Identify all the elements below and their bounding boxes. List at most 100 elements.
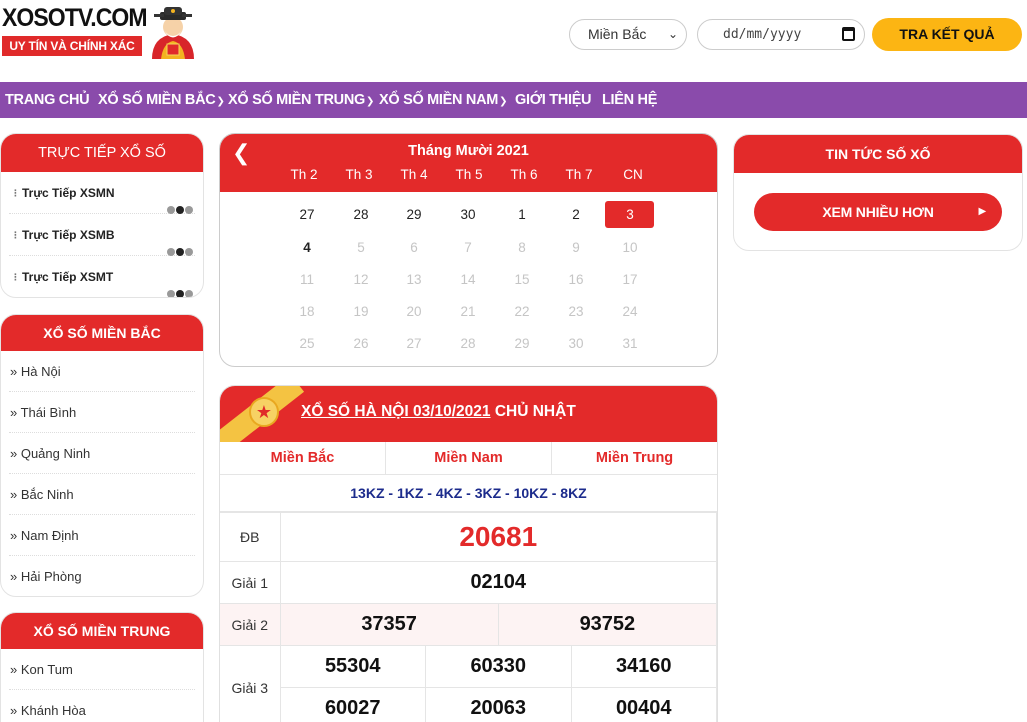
loading-dots-icon xyxy=(166,273,193,297)
calendar-day-today[interactable]: 3 xyxy=(603,207,657,222)
live-item-label: Trực Tiếp XSMN xyxy=(22,186,115,200)
calendar-day: 21 xyxy=(460,304,476,319)
prize-label: Giải 2 xyxy=(220,603,281,646)
nav-item-north[interactable]: XỔ SỐ MIỀN BẮC❯ xyxy=(98,82,225,118)
calendar-weekday: Th 6 xyxy=(510,167,538,182)
prize-number: 34160 xyxy=(570,645,717,688)
see-more-label: XEM NHIỀU HƠN xyxy=(822,204,934,220)
north-box: XỔ SỐ MIỀN BẮC » Hà Nội » Thái Bình » Qu… xyxy=(0,314,204,597)
calendar-day: 26 xyxy=(353,336,369,351)
calendar-day: 22 xyxy=(514,304,530,319)
site-logo-text[interactable]: XOSOTV.COM xyxy=(2,4,148,33)
calendar-day[interactable]: 1 xyxy=(495,207,549,222)
calendar-day: 14 xyxy=(460,272,476,287)
nav-item-north-label: XỔ SỐ MIỀN BẮC xyxy=(98,92,216,108)
date-input-placeholder: dd/mm/yyyy xyxy=(723,27,802,42)
calendar-day: 29 xyxy=(514,336,530,351)
calendar-day: 24 xyxy=(622,304,638,319)
calendar-day: 13 xyxy=(406,272,422,287)
tab-mien-bac[interactable]: Miền Bắc xyxy=(220,442,386,475)
prize-number: 55304 xyxy=(279,645,426,688)
nav-item-contact-label: LIÊN HỆ xyxy=(602,92,658,108)
live-item-label: Trực Tiếp XSMB xyxy=(22,228,115,242)
calendar-day[interactable]: 2 xyxy=(549,207,603,222)
province-link-hai-phong[interactable]: » Hải Phòng xyxy=(9,556,195,596)
region-select-value: Miền Bắc xyxy=(588,26,647,42)
central-box: XỔ SỐ MIỀN TRUNG » Kon Tum » Khánh Hòa xyxy=(0,612,204,722)
fortune-god-logo-icon[interactable] xyxy=(146,3,200,61)
province-link-bac-ninh[interactable]: » Bắc Ninh xyxy=(9,474,195,515)
nav-item-central[interactable]: XỔ SỐ MIỀN TRUNG❯ xyxy=(228,82,374,118)
province-link-nam-dinh[interactable]: » Nam Định xyxy=(9,515,195,556)
province-link-kon-tum[interactable]: » Kon Tum xyxy=(9,649,195,690)
calendar-day: 7 xyxy=(464,240,472,255)
calendar-weekday: Th 5 xyxy=(455,167,483,182)
see-more-button[interactable]: XEM NHIỀU HƠN ▶ xyxy=(754,193,1002,231)
date-input[interactable]: dd/mm/yyyy xyxy=(697,19,865,50)
calendar-title: Tháng Mười 2021 xyxy=(408,143,529,159)
bullet-icon: ⋮ xyxy=(11,230,20,240)
live-item-xsmt[interactable]: ⋮ Trực Tiếp XSMT xyxy=(9,256,195,297)
bullet-icon: ⋮ xyxy=(11,188,20,198)
live-box-title: TRỰC TIẾP XỔ SỐ xyxy=(1,134,203,172)
tab-mien-trung[interactable]: Miền Trung xyxy=(552,442,717,475)
prize-number: 93752 xyxy=(497,603,717,646)
tab-mien-nam[interactable]: Miền Nam xyxy=(386,442,552,475)
news-box-title: TIN TỨC SỐ XỐ xyxy=(734,135,1022,173)
calendar-weekday: Th 4 xyxy=(400,167,428,182)
calendar-day: 25 xyxy=(299,336,315,351)
results-title-link[interactable]: XỔ SỐ HÀ NỘI 03/10/2021 xyxy=(301,403,491,420)
results-title: XỔ SỐ HÀ NỘI 03/10/2021 CHỦ NHẬT xyxy=(301,403,576,421)
chevron-down-icon: ❯ xyxy=(499,96,508,107)
live-item-xsmn[interactable]: ⋮ Trực Tiếp XSMN xyxy=(9,172,195,214)
nav-item-central-label: XỔ SỐ MIỀN TRUNG xyxy=(228,92,365,108)
table-row: Giải 2 37357 93752 xyxy=(220,603,717,646)
region-select[interactable]: Miền Bắc ⌄ xyxy=(569,19,687,50)
calendar-icon[interactable] xyxy=(842,27,855,41)
live-item-xsmb[interactable]: ⋮ Trực Tiếp XSMB xyxy=(9,214,195,256)
calendar-day: 18 xyxy=(299,304,315,319)
calendar-day: 23 xyxy=(568,304,584,319)
calendar-weekday: Th 7 xyxy=(565,167,593,182)
prize-number: 20063 xyxy=(425,687,572,722)
province-link-quang-ninh[interactable]: » Quảng Ninh xyxy=(9,433,195,474)
triangle-right-icon: ▶ xyxy=(978,206,987,217)
calendar-day: 19 xyxy=(353,304,369,319)
calendar-day[interactable]: 30 xyxy=(441,207,495,222)
calendar-day: 8 xyxy=(518,240,526,255)
calendar-day[interactable]: 27 xyxy=(280,207,334,222)
results-header: ★ XỔ SỐ HÀ NỘI 03/10/2021 CHỦ NHẬT xyxy=(220,386,717,442)
nav-item-contact[interactable]: LIÊN HỆ xyxy=(602,82,657,118)
prize-label: ĐB xyxy=(220,512,281,562)
loading-dots-icon xyxy=(166,231,193,256)
table-row: Giải 1 02104 xyxy=(220,561,717,604)
chevron-down-icon: ❯ xyxy=(366,96,375,107)
table-row: Giải 3 55304 60330 34160 xyxy=(220,645,717,722)
lookup-results-button[interactable]: TRA KẾT QUẢ xyxy=(872,18,1022,51)
loading-dots-icon xyxy=(166,189,193,214)
calendar-day: 31 xyxy=(622,336,638,351)
calendar-day: 28 xyxy=(460,336,476,351)
nav-item-about[interactable]: GIỚI THIỆU xyxy=(515,82,592,118)
special-prize-number: 20681 xyxy=(279,512,717,562)
province-link-thai-binh[interactable]: » Thái Bình xyxy=(9,392,195,433)
calendar-weekday: CN xyxy=(623,167,643,182)
region-tabs: Miền Bắc Miền Nam Miền Trung xyxy=(220,442,717,475)
province-link-khanh-hoa[interactable]: » Khánh Hòa xyxy=(9,690,195,722)
calendar-day: 10 xyxy=(622,240,638,255)
nav-item-home[interactable]: TRANG CHỦ xyxy=(5,82,90,118)
nav-item-south-label: XỔ SỐ MIỀN NAM xyxy=(379,92,499,108)
chevron-down-icon: ⌄ xyxy=(667,27,678,41)
calendar-day: 15 xyxy=(514,272,530,287)
prize-label: Giải 3 xyxy=(220,645,281,722)
news-box: TIN TỨC SỐ XỐ XEM NHIỀU HƠN ▶ xyxy=(733,134,1023,251)
calendar-day: 20 xyxy=(406,304,422,319)
nav-item-south[interactable]: XỔ SỐ MIỀN NAM❯ xyxy=(379,82,507,118)
live-item-label: Trực Tiếp XSMT xyxy=(22,270,114,284)
calendar-header: ❮ Tháng Mười 2021 Th 2 Th 3 Th 4 Th 5 Th… xyxy=(220,134,717,192)
calendar-day[interactable]: 4 xyxy=(280,240,334,255)
calendar-day[interactable]: 28 xyxy=(334,207,388,222)
calendar-weekday: Th 2 xyxy=(290,167,318,182)
calendar-day[interactable]: 29 xyxy=(387,207,441,222)
province-link-ha-noi[interactable]: » Hà Nội xyxy=(9,351,195,392)
